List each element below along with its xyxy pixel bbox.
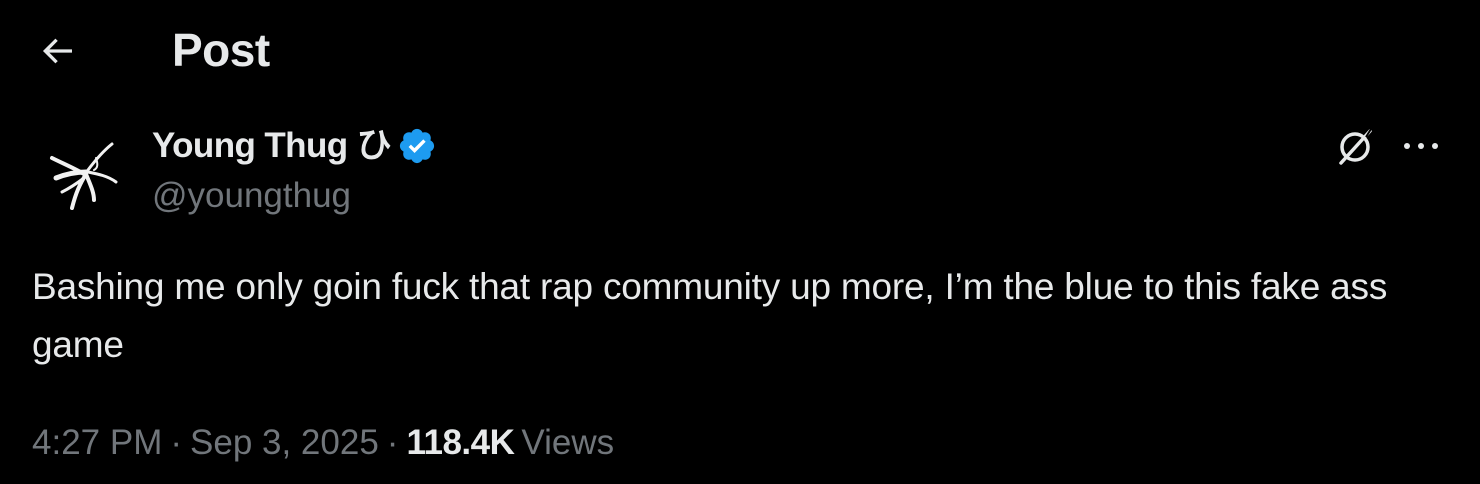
post-date[interactable]: Sep 3, 2025 bbox=[190, 420, 379, 466]
header: Post bbox=[0, 0, 1480, 100]
page-title: Post bbox=[172, 24, 270, 76]
author-name-link[interactable]: Young Thug ひ bbox=[152, 124, 437, 168]
display-name: Young Thug ひ bbox=[152, 126, 392, 165]
more-options-button[interactable] bbox=[1394, 124, 1448, 168]
more-horizontal-icon bbox=[1404, 143, 1438, 149]
tweet-text: Bashing me only goin fuck that rap commu… bbox=[32, 266, 1398, 365]
verified-badge-svg bbox=[399, 128, 435, 164]
meta-separator: · bbox=[386, 423, 399, 462]
meta-separator: · bbox=[170, 423, 183, 462]
avatar-glyph-icon bbox=[32, 122, 132, 222]
verified-badge-icon[interactable] bbox=[397, 126, 437, 166]
tweet-meta: 4:27 PM · Sep 3, 2025 · 118.4K Views bbox=[32, 420, 614, 466]
back-button[interactable] bbox=[30, 24, 84, 78]
author-row: Young Thug ひ @youngthug bbox=[0, 110, 1480, 230]
grok-button[interactable] bbox=[1330, 122, 1380, 172]
avatar[interactable] bbox=[32, 122, 132, 222]
grok-icon bbox=[1339, 128, 1372, 165]
views-label: Views bbox=[521, 423, 615, 462]
arrow-left-icon bbox=[42, 38, 72, 64]
post-time[interactable]: 4:27 PM bbox=[32, 420, 162, 466]
author-handle[interactable]: @youngthug bbox=[152, 174, 351, 218]
views-count[interactable]: 118.4K bbox=[406, 420, 514, 466]
